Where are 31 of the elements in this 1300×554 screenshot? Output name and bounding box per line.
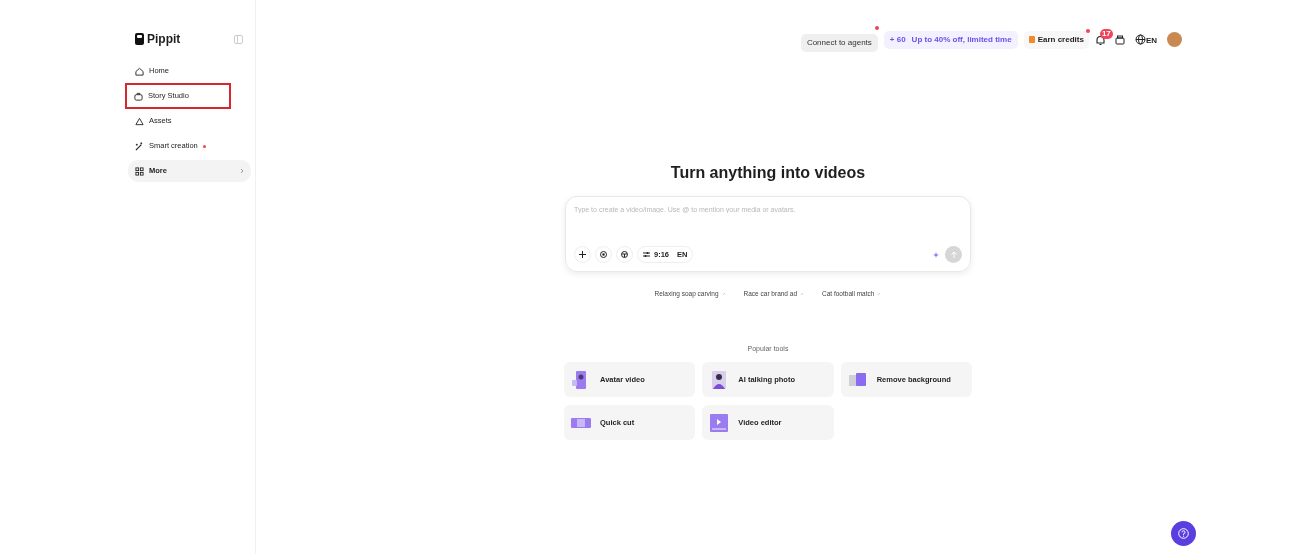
gift-icon: [1028, 36, 1035, 43]
home-icon: [135, 66, 144, 76]
bell-icon[interactable]: [1094, 34, 1106, 46]
sliders-icon: [643, 251, 650, 258]
plus-icon: [579, 251, 586, 258]
promo-banner[interactable]: + 60 Up to 40% off, limited time: [883, 30, 1018, 49]
wand-icon: [135, 141, 144, 151]
sparkle-icon: [933, 251, 939, 258]
arrow-up-icon: [950, 251, 957, 258]
credits-count: + 60: [889, 33, 906, 46]
page-title: Turn anything into videos: [669, 163, 867, 183]
language-label[interactable]: EN: [1145, 37, 1157, 45]
earn-credits-button[interactable]: Earn credits: [1023, 30, 1089, 49]
printer-icon[interactable]: [1114, 34, 1125, 45]
question-icon: [1178, 528, 1189, 539]
notification-count: 17: [1099, 28, 1113, 39]
promo-text: Up to 40% off, limited time: [911, 33, 1012, 46]
sidebar-toggle-icon[interactable]: [234, 34, 243, 44]
user-avatar[interactable]: [1167, 32, 1182, 47]
help-button[interactable]: [1171, 521, 1196, 546]
connect-agents-button[interactable]: Connect to agents: [800, 33, 878, 52]
logo-icon: [135, 33, 144, 45]
brand-name: Pippit: [147, 31, 181, 48]
remove-background-drawing: [847, 370, 868, 389]
globe-icon[interactable]: [1134, 34, 1146, 45]
face-icon: [621, 251, 628, 258]
grid-icon: [135, 166, 144, 176]
triangle-icon: [135, 116, 144, 126]
video-editor-drawing: [709, 413, 730, 432]
bag-icon: [134, 91, 143, 101]
at-icon: [600, 251, 607, 258]
